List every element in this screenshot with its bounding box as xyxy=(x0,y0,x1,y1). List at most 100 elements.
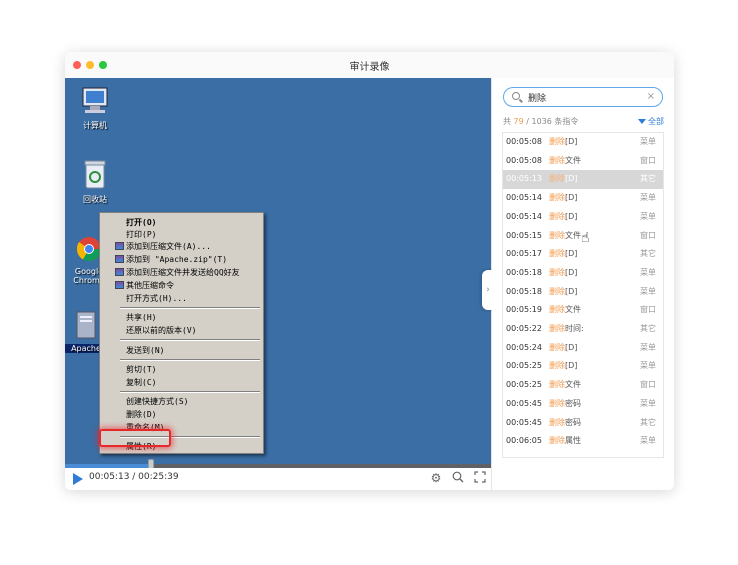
command-keyword: 删除 xyxy=(549,361,565,371)
command-category: 窗口 xyxy=(640,305,656,315)
command-row[interactable]: 00:05:19 删除 文件 窗口 xyxy=(503,301,663,320)
command-panel: × 共 79 / 1036 条指令 全部 00:05:08删除[D]菜单00:0… xyxy=(492,78,674,490)
command-keyword: 删除 xyxy=(549,380,565,390)
command-keyword: 删除 xyxy=(549,324,565,333)
count-suffix: 条指令 xyxy=(551,117,579,126)
command-detail: 文件 xyxy=(565,380,581,390)
menu-separator xyxy=(120,307,260,309)
menu-separator xyxy=(120,339,260,341)
menu-separator xyxy=(120,359,260,361)
menu-item-restore-versions[interactable]: 还原以前的版本(V) xyxy=(126,325,196,336)
command-keyword: 删除 xyxy=(549,211,565,221)
command-row[interactable]: 00:05:17 删除 [D] 其它 xyxy=(503,245,663,264)
settings-icon[interactable]: ⚙ xyxy=(429,471,443,485)
menu-item-add-and-send-qq[interactable]: 添加到压缩文件并发送给QQ好友 xyxy=(126,267,240,278)
command-detail: [D] xyxy=(565,286,578,296)
clear-search-icon[interactable]: × xyxy=(647,91,655,103)
total-count: 1036 xyxy=(531,117,552,126)
command-time: 00:05:08 xyxy=(506,155,542,165)
command-time: 00:05:45 xyxy=(506,417,542,427)
title-bar: 审计录像 xyxy=(65,52,674,79)
command-detail: [D] xyxy=(565,249,578,259)
command-category: 其它 xyxy=(640,174,656,184)
command-row[interactable]: 00:05:18 删除 [D] 菜单 xyxy=(503,264,663,283)
menu-item-add-to-archive[interactable]: 添加到压缩文件(A)... xyxy=(126,241,211,252)
command-detail: [D] xyxy=(565,361,578,371)
result-count: 共 79 / 1036 条指令 xyxy=(503,116,578,127)
menu-item-print[interactable]: 打印(P) xyxy=(126,229,156,240)
menu-item-open-with[interactable]: 打开方式(H)... xyxy=(126,293,187,304)
computer-icon xyxy=(82,87,108,113)
command-detail: [D] xyxy=(565,137,578,146)
command-time: 00:05:24 xyxy=(506,342,542,352)
command-row[interactable]: 00:05:18 删除 [D] 菜单 xyxy=(503,283,663,302)
play-icon[interactable] xyxy=(73,473,83,485)
file-icon xyxy=(76,311,96,339)
recording-video[interactable]: 计算机 回收站 Google Chrome Apache 打开(O) 打印(P)… xyxy=(65,78,491,464)
command-row[interactable]: 00:05:22 删除 时间: 其它 xyxy=(503,320,663,339)
menu-item-send-to[interactable]: 发送到(N) xyxy=(126,345,164,356)
command-row[interactable]: 00:05:13 删除 [D] 其它 xyxy=(503,170,663,190)
menu-item-delete[interactable]: 删除(D) xyxy=(126,409,156,420)
command-time: 00:05:14 xyxy=(506,193,542,203)
command-time: 00:06:05 xyxy=(506,436,542,446)
command-time: 00:05:22 xyxy=(506,324,542,333)
search-input[interactable] xyxy=(528,90,638,104)
command-detail: [D] xyxy=(565,174,578,184)
menu-item-other-compress[interactable]: 其他压缩命令 xyxy=(126,280,174,291)
count-separator: / xyxy=(523,117,532,126)
menu-item-cut[interactable]: 剪切(T) xyxy=(126,364,156,375)
command-time: 00:05:15 xyxy=(506,230,542,240)
command-time: 00:05:25 xyxy=(506,380,542,390)
command-detail: 文件 xyxy=(565,155,581,165)
command-time: 00:05:13 xyxy=(506,174,542,184)
command-row[interactable]: 00:06:05 删除 属性 菜单 xyxy=(503,432,663,451)
context-menu: 打开(O) 打印(P) 添加到压缩文件(A)... 添加到 "Apache.zi… xyxy=(99,212,264,454)
menu-item-share[interactable]: 共享(H) xyxy=(126,312,156,323)
menu-item-open[interactable]: 打开(O) xyxy=(126,217,156,228)
desktop-icon-recycle-bin: 回收站 xyxy=(65,158,125,205)
command-row[interactable]: 00:05:25 删除 文件 窗口 xyxy=(503,376,663,395)
command-list: 00:05:08 删除 [D] 菜单 00:05:08 删除 文件 窗口 00:05:13 删除[… xyxy=(502,132,664,458)
hand-cursor-icon: ☝ xyxy=(581,230,590,246)
desktop-icon-label: 回收站 xyxy=(83,195,107,204)
command-row[interactable]: 00:05:08 删除 文件 窗口 xyxy=(503,152,663,171)
command-search: × xyxy=(503,87,663,107)
fullscreen-icon[interactable] xyxy=(473,471,487,485)
command-detail: 属性 xyxy=(565,436,581,446)
command-detail: 密码 xyxy=(565,417,581,427)
search-icon xyxy=(512,92,520,100)
command-time: 00:05:17 xyxy=(506,249,542,259)
command-category: 菜单 xyxy=(640,137,656,146)
menu-item-create-shortcut[interactable]: 创建快捷方式(S) xyxy=(126,396,188,407)
archive-icon xyxy=(115,268,124,276)
command-category: 窗口 xyxy=(640,380,656,390)
matched-count: 79 xyxy=(513,117,524,126)
command-keyword: 删除 xyxy=(549,249,565,259)
command-row[interactable]: 00:05:45 删除 密码 其它 xyxy=(503,414,663,433)
command-row[interactable]: 00:05:08 删除 [D] 菜单 xyxy=(503,133,663,152)
command-row[interactable]: 00:05:14 删除 [D] 菜单 xyxy=(503,189,663,208)
command-row[interactable]: 00:05:45 删除 密码 菜单 xyxy=(503,395,663,414)
playback-time: 00:05:13 / 00:25:39 xyxy=(89,472,179,482)
command-row[interactable]: 00:05:24 删除 [D] 菜单 xyxy=(503,339,663,358)
command-row[interactable]: 00:05:25 删除 [D] 菜单 xyxy=(503,357,663,376)
command-detail: 密码 xyxy=(565,398,581,408)
command-detail: [D] xyxy=(565,193,578,203)
command-category: 菜单 xyxy=(640,342,656,352)
menu-item-add-to-zip[interactable]: 添加到 "Apache.zip"(T) xyxy=(126,254,227,265)
command-keyword: 删除 xyxy=(549,436,565,446)
command-category: 菜单 xyxy=(640,286,656,296)
menu-separator xyxy=(120,391,260,393)
command-category: 窗口 xyxy=(640,155,656,165)
zoom-icon[interactable] xyxy=(451,471,465,485)
filter-dropdown[interactable]: 全部 xyxy=(638,116,664,127)
command-category: 菜单 xyxy=(640,211,656,221)
count-prefix: 共 xyxy=(503,117,514,126)
command-time: 00:05:45 xyxy=(506,398,542,408)
command-time: 00:05:25 xyxy=(506,361,542,371)
menu-item-copy[interactable]: 复制(C) xyxy=(126,377,156,388)
command-category: 菜单 xyxy=(640,398,656,408)
command-category: 其它 xyxy=(640,324,656,333)
command-row[interactable]: 00:05:14 删除 [D] 菜单 xyxy=(503,208,663,227)
